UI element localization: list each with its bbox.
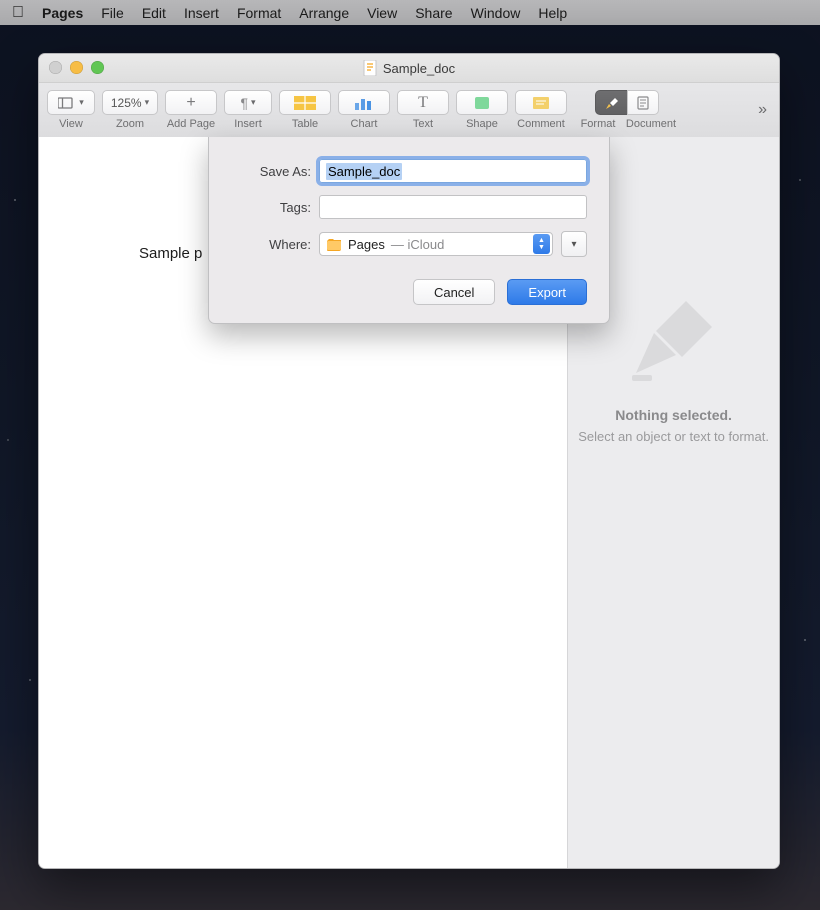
window-controls <box>49 61 104 74</box>
save-as-label: Save As: <box>231 164 311 179</box>
toolbar-shape-label: Shape <box>466 118 498 130</box>
menu-edit[interactable]: Edit <box>142 5 166 21</box>
text-icon: T <box>418 94 428 112</box>
menu-insert[interactable]: Insert <box>184 5 219 21</box>
system-menubar:  Pages File Edit Insert Format Arrange … <box>0 0 820 25</box>
toolbar-table-label: Table <box>292 118 318 130</box>
export-button[interactable]: Export <box>507 279 587 305</box>
chevron-down-icon: ▾ <box>251 97 256 108</box>
toolbar-text-label: Text <box>413 118 433 130</box>
pages-window: Sample_doc ▾ View 125% ▾ Zoom + Add Page <box>38 53 780 869</box>
inspector-empty-title: Nothing selected. <box>615 407 732 423</box>
toolbar-document-label: Document <box>622 118 680 130</box>
apple-menu-icon[interactable]:  <box>12 5 24 21</box>
save-sheet: Save As: Sample_doc Tags: Where: Pages —… <box>208 137 610 324</box>
view-icon <box>58 97 76 109</box>
where-location-suffix: — iCloud <box>391 237 444 252</box>
menu-window[interactable]: Window <box>471 5 521 21</box>
pilcrow-icon: ¶ <box>240 95 248 111</box>
toolbar-zoom-label: Zoom <box>116 118 144 130</box>
plus-icon: + <box>186 94 195 112</box>
window-title: Sample_doc <box>363 60 455 76</box>
expand-save-panel-button[interactable]: ▾ <box>561 231 587 257</box>
save-as-value: Sample_doc <box>326 163 402 180</box>
toolbar-format-label: Format <box>574 118 622 130</box>
where-label: Where: <box>231 237 311 252</box>
menu-help[interactable]: Help <box>538 5 567 21</box>
app-menu[interactable]: Pages <box>42 5 83 21</box>
chevron-down-icon: ▾ <box>79 97 84 108</box>
cancel-button[interactable]: Cancel <box>413 279 495 305</box>
folder-icon <box>326 238 342 251</box>
shape-icon <box>474 96 490 110</box>
menu-format[interactable]: Format <box>237 5 281 21</box>
toolbar-comment-label: Comment <box>517 118 565 130</box>
toolbar-view-button[interactable]: ▾ <box>47 90 95 115</box>
brush-placeholder-icon <box>626 293 722 389</box>
save-as-input[interactable]: Sample_doc <box>319 159 587 183</box>
chevron-down-icon: ▾ <box>571 239 576 250</box>
toolbar-document-button[interactable] <box>627 90 659 115</box>
toolbar-table-button[interactable] <box>279 90 331 115</box>
toolbar-format-button[interactable] <box>595 90 627 115</box>
menu-view[interactable]: View <box>367 5 397 21</box>
popup-arrows-icon: ▲▼ <box>533 234 550 254</box>
document-icon <box>637 96 649 110</box>
window-close-button[interactable] <box>49 61 62 74</box>
toolbar-chart-button[interactable] <box>338 90 390 115</box>
table-icon <box>294 96 316 110</box>
toolbar-inspector-group <box>595 90 659 115</box>
document-text: Sample p <box>139 245 202 262</box>
toolbar-text-button[interactable]: T <box>397 90 449 115</box>
toolbar-comment-button[interactable] <box>515 90 567 115</box>
where-popup[interactable]: Pages — iCloud ▲▼ <box>319 232 553 256</box>
window-titlebar: Sample_doc <box>39 54 779 83</box>
menu-file[interactable]: File <box>101 5 124 21</box>
tags-input[interactable] <box>319 195 587 219</box>
toolbar-chart-label: Chart <box>351 118 378 130</box>
menu-arrange[interactable]: Arrange <box>299 5 349 21</box>
toolbar-add-page-button[interactable]: + <box>165 90 217 115</box>
toolbar: ▾ View 125% ▾ Zoom + Add Page ¶ ▾ Insert <box>39 83 779 140</box>
toolbar-insert-label: Insert <box>234 118 262 130</box>
toolbar-view-label: View <box>59 118 83 130</box>
toolbar-insert-button[interactable]: ¶ ▾ <box>224 90 272 115</box>
toolbar-add-page-label: Add Page <box>167 118 215 130</box>
document-icon <box>363 60 377 76</box>
zoom-value: 125% <box>111 96 142 110</box>
comment-icon <box>532 96 550 110</box>
toolbar-overflow-button[interactable]: » <box>754 101 771 119</box>
chevron-down-icon: ▾ <box>145 97 150 108</box>
menu-share[interactable]: Share <box>415 5 452 21</box>
paintbrush-icon <box>604 96 620 110</box>
window-minimize-button[interactable] <box>70 61 83 74</box>
tags-label: Tags: <box>231 200 311 215</box>
chart-icon <box>353 96 375 110</box>
where-folder-name: Pages <box>348 237 385 252</box>
toolbar-zoom-button[interactable]: 125% ▾ <box>102 90 158 115</box>
window-zoom-button[interactable] <box>91 61 104 74</box>
toolbar-shape-button[interactable] <box>456 90 508 115</box>
window-title-text: Sample_doc <box>383 61 455 76</box>
inspector-empty-hint: Select an object or text to format. <box>578 429 769 444</box>
